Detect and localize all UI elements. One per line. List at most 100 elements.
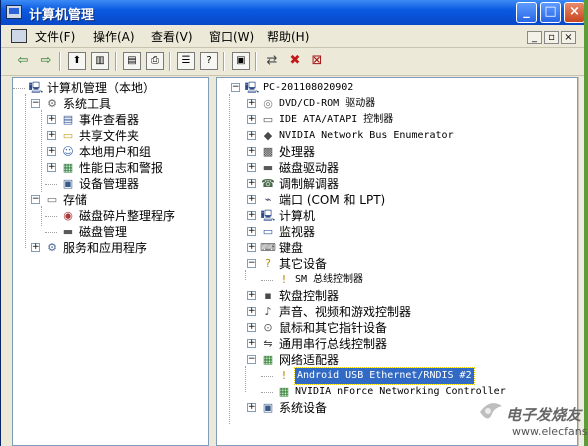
console-tree-pane[interactable]: 🖳 计算机管理（本地） − ⚙ 系统工具 + ▤ 事件查看器 + ▭ 共享文件夹 + ☺ 本地用户和组 + ▦…	[12, 77, 209, 446]
tree-guide-line	[261, 392, 273, 393]
tree-label: 设备管理器	[79, 177, 140, 191]
expand-toggle[interactable]: +	[247, 179, 256, 188]
tree-guide-line	[245, 366, 246, 392]
services-icon: ⚙	[47, 241, 57, 254]
expand-toggle[interactable]: +	[247, 243, 256, 252]
tree-guide-line	[261, 280, 273, 281]
minimize-button[interactable]: _	[516, 2, 537, 23]
menu-action[interactable]: 操作(A)	[93, 28, 135, 45]
tree-label: 服务和应用程序	[63, 241, 148, 255]
warning-device-icon: !	[281, 273, 287, 286]
tree-label: 本地用户和组	[79, 145, 152, 159]
modem-icon: ☎	[261, 177, 275, 190]
menu-bar: 文件(F) 操作(A) 查看(V) 窗口(W) 帮助(H) _ ▫ ×	[1, 25, 584, 48]
tree-guide-line	[25, 94, 26, 248]
document-icon[interactable]	[11, 29, 27, 43]
expand-toggle[interactable]: +	[247, 99, 256, 108]
monitor-icon[interactable]: ▣	[232, 52, 250, 70]
expand-toggle[interactable]: +	[247, 163, 256, 172]
expand-toggle[interactable]: +	[31, 243, 40, 252]
tree-label: 计算机	[279, 209, 316, 223]
tree-guide-line	[245, 270, 246, 280]
collapse-toggle[interactable]: −	[247, 259, 256, 268]
collapse-toggle[interactable]: −	[247, 355, 256, 364]
watermark: 电子发烧友 www.elecfans.com	[476, 398, 588, 444]
expand-toggle[interactable]: +	[247, 307, 256, 316]
tree-label: DVD/CD-ROM 驱动器	[279, 98, 376, 109]
expand-toggle[interactable]: +	[47, 163, 56, 172]
menu-help[interactable]: 帮助(H)	[267, 28, 309, 45]
show-tree-icon[interactable]: ▥	[91, 52, 109, 70]
properties-icon[interactable]: ☰	[177, 52, 195, 70]
expand-toggle[interactable]: +	[247, 195, 256, 204]
child-close-button[interactable]: ×	[561, 31, 576, 44]
expand-toggle[interactable]: +	[247, 211, 256, 220]
users-icon: ☺	[62, 145, 74, 158]
print-icon[interactable]: ⎙	[146, 52, 164, 70]
expand-toggle[interactable]: +	[47, 131, 56, 140]
tree-label: 网络适配器	[279, 353, 340, 367]
expand-toggle[interactable]: +	[247, 291, 256, 300]
computer-name: PC-201108020902	[263, 82, 354, 93]
child-restore-button[interactable]: ▫	[544, 31, 559, 44]
disk-drive-icon: ▬	[262, 161, 274, 174]
expand-toggle[interactable]: +	[247, 323, 256, 332]
menu-file[interactable]: 文件(F)	[35, 28, 75, 45]
vertical-scrollbar[interactable]	[578, 77, 584, 446]
tree-guide-line	[45, 184, 57, 185]
tree-label: 磁盘管理	[79, 225, 128, 239]
expand-toggle[interactable]: +	[247, 147, 256, 156]
expand-toggle[interactable]: +	[247, 115, 256, 124]
collapse-toggle[interactable]: −	[31, 195, 40, 204]
forward-arrow-icon[interactable]: ⇨	[37, 52, 55, 70]
expand-toggle[interactable]: +	[47, 147, 56, 156]
close-button[interactable]: ×	[564, 2, 584, 23]
tree-guide-line	[229, 94, 230, 424]
watermark-text: 电子发烧友	[506, 406, 582, 424]
title-bar[interactable]: 计算机管理 _ □ ×	[1, 0, 584, 25]
system-tools-icon: ⚙	[47, 97, 57, 110]
tree-label: IDE ATA/ATAPI 控制器	[279, 114, 394, 125]
floppy-controller-icon: ▪	[264, 289, 272, 302]
tree-label: 磁盘驱动器	[279, 161, 340, 175]
expand-toggle[interactable]: +	[247, 339, 256, 348]
menu-view[interactable]: 查看(V)	[151, 28, 193, 45]
computer-management-icon: 🖳	[28, 81, 44, 94]
back-arrow-icon[interactable]: ⇦	[14, 52, 32, 70]
tree-guide-line	[41, 206, 42, 226]
cdrom-icon: ◎	[263, 97, 273, 110]
tree-label: 软盘控制器	[279, 289, 340, 303]
export-list-icon[interactable]: ▤	[123, 52, 141, 70]
tree-label: 鼠标和其它指针设备	[279, 321, 388, 335]
collapse-toggle[interactable]: −	[231, 83, 240, 92]
child-minimize-button[interactable]: _	[527, 31, 542, 44]
tree-label: 系统设备	[279, 401, 328, 415]
tree-label: 监视器	[279, 225, 316, 239]
unknown-device-icon: ?	[265, 257, 271, 270]
disable-icon[interactable]: ✖	[286, 52, 304, 70]
expand-toggle[interactable]: +	[247, 131, 256, 140]
uninstall-icon[interactable]: ⊠	[308, 52, 326, 70]
expand-toggle[interactable]: +	[47, 115, 56, 124]
keyboard-icon: ⌨	[260, 241, 276, 254]
tree-label: NVIDIA nForce Networking Controller	[295, 386, 506, 397]
tree-label: SM 总线控制器	[295, 274, 364, 285]
network-adapter-icon: ▦	[262, 353, 274, 366]
tree-label: 系统工具	[63, 97, 112, 111]
tree-label: 磁盘碎片整理程序	[79, 209, 176, 223]
system-device-icon: ▣	[262, 401, 274, 414]
computer-icon: 🖳	[244, 81, 260, 94]
expand-toggle[interactable]: +	[247, 403, 256, 412]
tree-label: 事件查看器	[79, 113, 140, 127]
maximize-button[interactable]: □	[540, 2, 561, 23]
up-folder-icon[interactable]: ⬆	[68, 52, 86, 70]
help-icon[interactable]: ?	[200, 52, 218, 70]
sound-icon: ♪	[264, 305, 272, 318]
menu-window[interactable]: 窗口(W)	[209, 28, 254, 45]
expand-toggle[interactable]: +	[247, 227, 256, 236]
window-title: 计算机管理	[29, 8, 95, 23]
pane-splitter[interactable]	[209, 77, 216, 446]
device-tree-pane[interactable]: − 🖳 PC-201108020902 + ◎ DVD/CD-ROM 驱动器 + ▭ ID…	[216, 77, 578, 446]
collapse-toggle[interactable]: −	[31, 99, 40, 108]
network-icon[interactable]: ⇄	[263, 52, 281, 70]
